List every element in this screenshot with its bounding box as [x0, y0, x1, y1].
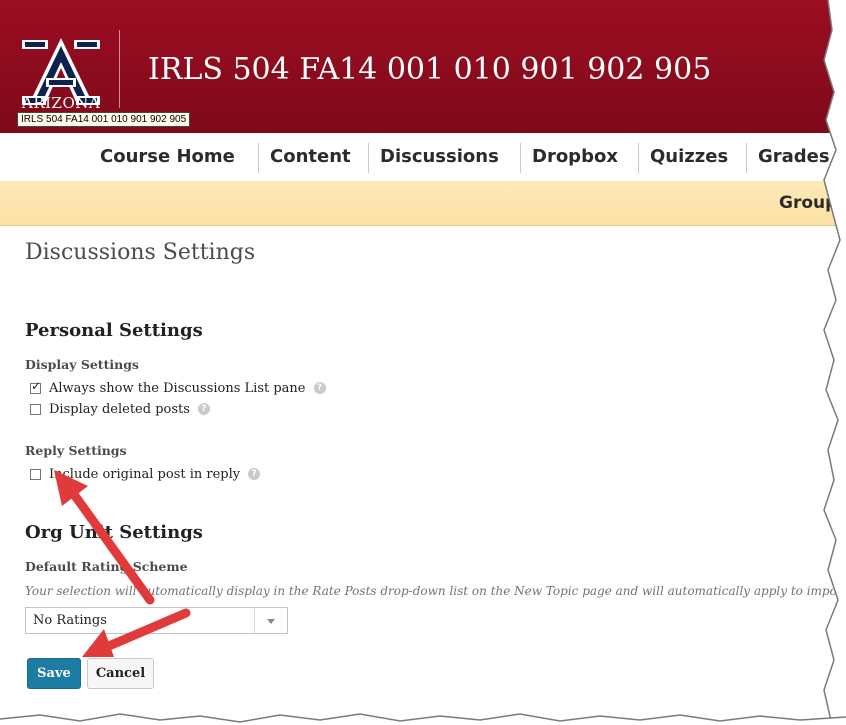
nav-divider: [258, 143, 259, 173]
save-button[interactable]: Save: [27, 658, 81, 689]
help-icon[interactable]: ?: [197, 403, 210, 415]
option-display-deleted-posts[interactable]: Display deleted posts ?: [30, 401, 210, 417]
nav-content[interactable]: Content: [270, 133, 351, 181]
page-title: Discussions Settings: [25, 240, 256, 265]
nav-quizzes[interactable]: Quizzes: [650, 133, 728, 181]
reply-settings-heading: Reply Settings: [25, 443, 127, 458]
help-icon[interactable]: ?: [313, 382, 326, 394]
nav-divider: [368, 143, 369, 173]
course-title-tooltip: IRLS 504 FA14 001 010 901 902 905: [17, 112, 191, 127]
nav-dropbox[interactable]: Dropbox: [532, 133, 618, 181]
include-original-post-checkbox[interactable]: [30, 468, 41, 480]
option-label: Always show the Discussions List pane: [49, 380, 306, 396]
sub-navbar: Group: [0, 181, 846, 226]
help-icon[interactable]: ?: [248, 468, 261, 480]
nav-discussions[interactable]: Discussions: [380, 133, 499, 181]
logo-wordmark: ARIZONA: [22, 94, 101, 112]
nav-divider: [746, 143, 747, 173]
option-show-list-pane[interactable]: Always show the Discussions List pane ?: [30, 379, 326, 396]
nav-divider: [520, 143, 521, 173]
banner-divider: [119, 30, 120, 108]
display-deleted-posts-checkbox[interactable]: [30, 403, 41, 415]
personal-settings-heading: Personal Settings: [25, 320, 203, 341]
torn-edge-bottom: [0, 713, 846, 725]
nav-divider: [638, 143, 639, 173]
course-title[interactable]: IRLS 504 FA14 001 010 901 902 905: [148, 52, 711, 87]
display-settings-heading: Display Settings: [25, 357, 139, 372]
annotation-arrow-icon: [82, 608, 191, 657]
torn-edge-right: [823, 0, 846, 725]
annotation-arrow-icon: [54, 470, 155, 605]
show-list-pane-checkbox[interactable]: [30, 379, 41, 394]
nav-course-home[interactable]: Course Home: [100, 133, 235, 181]
chevron-down-icon[interactable]: [254, 608, 287, 633]
option-label: Display deleted posts: [49, 401, 190, 417]
course-navbar: Course Home Content Discussions Dropbox …: [0, 133, 846, 181]
